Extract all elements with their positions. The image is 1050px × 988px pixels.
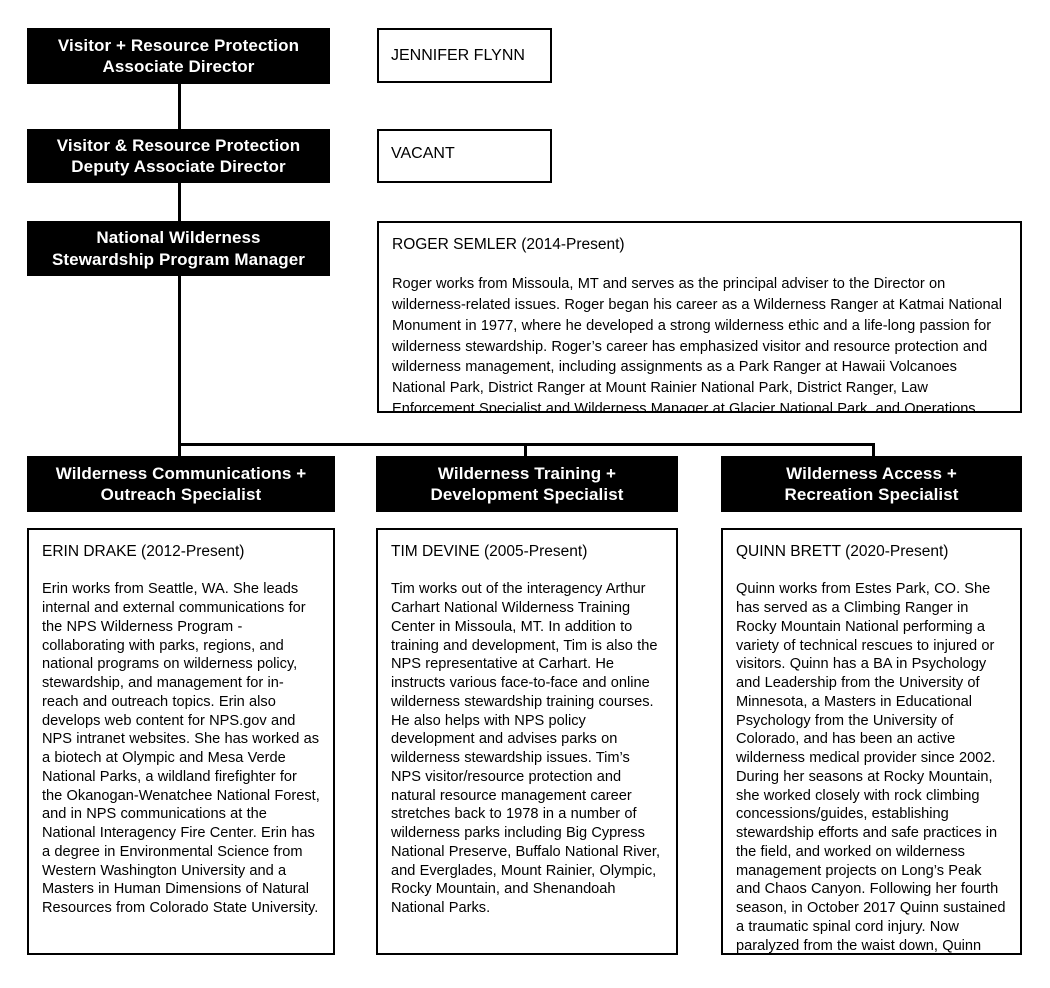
role-label-deputy-associate-director: Visitor & Resource Protection Deputy Ass… [56,135,301,176]
role-box-training-specialist[interactable]: Wilderness Training + Development Specia… [376,456,678,512]
bio-head-communications-specialist: ERIN DRAKE (2012-Present) [42,543,245,560]
role-box-associate-director[interactable]: Visitor + Resource Protection Associate … [27,28,330,84]
name-box-deputy-associate-director[interactable]: VACANT [377,129,552,183]
bio-body-training-specialist: Tim works out of the interagency Arthur … [391,581,661,917]
role-box-deputy-associate-director[interactable]: Visitor & Resource Protection Deputy Ass… [27,129,330,183]
bio-box-program-manager[interactable]: ROGER SEMLER (2014-Present) Roger works … [377,221,1022,413]
name-label-associate-director: JENNIFER FLYNN [391,46,525,64]
bio-head-program-manager: ROGER SEMLER (2014-Present) [392,236,625,253]
role-label-training-specialist: Wilderness Training + Development Specia… [430,463,624,504]
bio-body-program-manager: Roger works from Missoula, MT and serves… [392,276,1002,413]
role-label-associate-director: Visitor + Resource Protection Associate … [57,35,300,76]
role-label-program-manager: National Wilderness Stewardship Program … [51,228,306,269]
role-box-access-specialist[interactable]: Wilderness Access + Recreation Specialis… [721,456,1022,512]
role-box-communications-specialist[interactable]: Wilderness Communications + Outreach Spe… [27,456,335,512]
name-label-deputy-associate-director: VACANT [391,145,455,162]
bio-box-access-specialist[interactable]: QUINN BRETT (2020-Present) Quinn works f… [721,528,1022,955]
connector-drop-training [524,443,527,456]
role-label-communications-specialist: Wilderness Communications + Outreach Spe… [55,463,307,504]
bio-head-access-specialist: QUINN BRETT (2020-Present) [736,543,949,560]
connector-deputy-to-manager [178,182,181,221]
connector-director-to-deputy [178,83,181,130]
bio-box-training-specialist[interactable]: TIM DEVINE (2005-Present) Tim works out … [376,528,678,955]
connector-drop-communications [178,443,181,456]
name-box-associate-director[interactable]: JENNIFER FLYNN [377,28,552,83]
bio-body-communications-specialist: Erin works from Seattle, WA. She leads i… [42,581,320,917]
bio-body-access-specialist: Quinn works from Estes Park, CO. She has… [736,581,1006,954]
role-label-access-specialist: Wilderness Access + Recreation Specialis… [784,463,959,504]
connector-drop-access [872,443,875,456]
bio-box-communications-specialist[interactable]: ERIN DRAKE (2012-Present) Erin works fro… [27,528,335,955]
org-chart: Visitor + Resource Protection Associate … [0,0,1050,988]
role-box-program-manager[interactable]: National Wilderness Stewardship Program … [27,221,330,276]
bio-head-training-specialist: TIM DEVINE (2005-Present) [391,543,588,560]
connector-manager-down [178,276,181,446]
